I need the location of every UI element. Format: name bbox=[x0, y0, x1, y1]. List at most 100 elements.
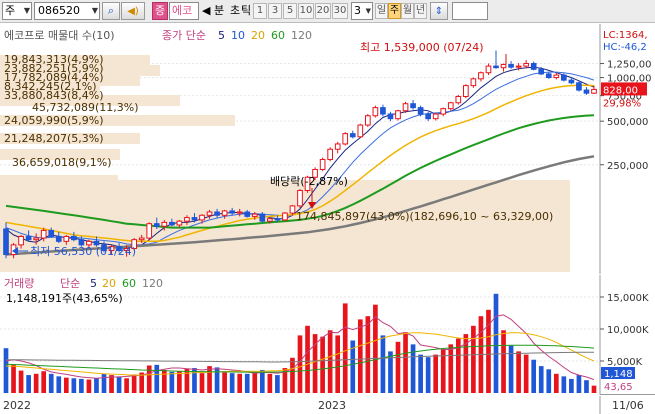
candle-up bbox=[282, 212, 288, 221]
count-value: 3 bbox=[354, 4, 361, 17]
volume-bar bbox=[395, 341, 401, 393]
candle-up bbox=[334, 143, 341, 150]
volume-bar bbox=[576, 375, 582, 393]
volume-bar bbox=[433, 354, 439, 393]
current-volume-text: 1,148,191주(43,65%) bbox=[6, 292, 123, 305]
candle-up bbox=[432, 113, 439, 120]
candle-up bbox=[199, 214, 205, 221]
price-chart[interactable]: 19,843,313(4,9%)23,882,251(5,9%)17,782,0… bbox=[0, 24, 655, 274]
period-month[interactable]: 월 bbox=[401, 3, 414, 19]
chart-type-tick[interactable]: 틱 bbox=[241, 2, 251, 20]
candle-down bbox=[387, 113, 394, 120]
chart-type-second[interactable]: 초 bbox=[230, 2, 240, 20]
low-annotation: 최저 56,530 (01/24) bbox=[30, 245, 136, 258]
volume-bar bbox=[101, 373, 107, 393]
volume-bar bbox=[244, 373, 250, 393]
candle-up bbox=[365, 115, 371, 126]
period-button-3[interactable]: 3 bbox=[268, 3, 282, 19]
candle-up bbox=[146, 223, 153, 239]
candle-up bbox=[319, 158, 326, 170]
minute-label: ◀ 분 bbox=[202, 4, 225, 17]
volume-bar bbox=[184, 368, 190, 393]
x-label-current: 11/06 bbox=[612, 399, 644, 412]
volume-profile-band bbox=[0, 180, 570, 272]
legend-ma10: 10 bbox=[231, 29, 245, 42]
volume-bar bbox=[94, 378, 99, 393]
extra-input[interactable] bbox=[452, 2, 488, 20]
volume-axis-label: 5,000K bbox=[607, 357, 643, 368]
chart-type-minute[interactable]: ◀ 분 bbox=[202, 2, 224, 20]
candle-down bbox=[55, 235, 62, 242]
volume-profile-label: 24,059,990(5,9%) bbox=[4, 114, 104, 127]
period-day[interactable]: 일 bbox=[375, 3, 388, 19]
candle-up bbox=[267, 218, 273, 222]
candle-up bbox=[372, 107, 379, 117]
candle-up bbox=[33, 237, 39, 241]
x-label-2023: 2023 bbox=[318, 399, 346, 412]
volume-bar bbox=[523, 354, 529, 393]
volume-bar bbox=[131, 374, 137, 393]
volume-bar bbox=[267, 373, 273, 393]
volume-profile-label: 174,845,897(43,0%)(182,696,10 ~ 63,329,0… bbox=[296, 210, 553, 223]
second-label: 초 bbox=[230, 4, 241, 17]
x-axis: 2022 2023 11/06 bbox=[0, 396, 655, 414]
x-label-2022: 2022 bbox=[3, 399, 31, 412]
count-select[interactable]: 3 ▼ bbox=[351, 2, 373, 20]
volume-bar bbox=[380, 335, 386, 393]
period-year[interactable]: 년 bbox=[414, 3, 427, 19]
candle-up bbox=[478, 72, 484, 80]
period-button-30[interactable]: 30 bbox=[332, 3, 348, 19]
volume-bar bbox=[561, 376, 567, 393]
volume-bar bbox=[79, 378, 84, 393]
candle-up bbox=[447, 102, 454, 110]
price-axis-label: 500,000 bbox=[607, 117, 648, 128]
code-input[interactable]: 086520 ▼ bbox=[34, 2, 100, 20]
candle-up bbox=[251, 213, 258, 217]
volume-profile-label: 36,659,018(9,1%) bbox=[12, 156, 112, 169]
candle-up bbox=[63, 235, 70, 242]
candle-up bbox=[470, 78, 477, 87]
candle-up bbox=[176, 220, 183, 226]
candle-down bbox=[508, 64, 514, 68]
volume-bar bbox=[305, 325, 310, 393]
volume-bar bbox=[169, 371, 175, 393]
volume-bar bbox=[116, 376, 122, 393]
legend-ma20: 20 bbox=[251, 29, 265, 42]
legend-ma120: 120 bbox=[291, 29, 312, 42]
stock-name-field[interactable]: 에코 bbox=[169, 2, 199, 20]
volume-bar bbox=[199, 373, 205, 393]
volume-bar bbox=[26, 375, 31, 393]
volume-bar bbox=[290, 357, 295, 393]
candle-up bbox=[161, 221, 168, 227]
candle-down bbox=[244, 211, 251, 217]
volume-chart[interactable]: 15,000K10,000K5,000K1,14843,65 거래량 단순 5 … bbox=[0, 275, 655, 395]
candle-down bbox=[349, 133, 356, 138]
volume-bar bbox=[569, 378, 574, 393]
candle-down bbox=[493, 65, 499, 69]
period-week[interactable]: 주 bbox=[388, 3, 401, 19]
scroll-button[interactable]: ⇕ bbox=[430, 2, 448, 20]
candle-down bbox=[583, 89, 590, 94]
search-button[interactable]: ⌕ bbox=[102, 2, 120, 20]
period-button-20[interactable]: 20 bbox=[315, 3, 331, 19]
period-button-5[interactable]: 5 bbox=[283, 3, 297, 19]
candle-up bbox=[402, 103, 409, 112]
current-volume-box-label: 1,148 bbox=[604, 369, 633, 380]
volume-bar bbox=[33, 373, 39, 393]
volume-bar bbox=[56, 376, 62, 393]
volume-bar bbox=[357, 319, 363, 393]
volume-profile-label: 21,248,207(5,3%) bbox=[4, 132, 104, 145]
candle-up bbox=[138, 237, 145, 241]
legend-ma5: 5 bbox=[218, 29, 225, 42]
period-button-1[interactable]: 1 bbox=[253, 3, 267, 19]
candle-down bbox=[3, 228, 9, 256]
volume-bar bbox=[71, 378, 77, 393]
hc-label: HC:-46,2 bbox=[603, 42, 647, 53]
market-select[interactable]: 주 ▼ bbox=[2, 2, 32, 20]
volume-bar bbox=[538, 366, 544, 393]
period-button-10[interactable]: 10 bbox=[298, 3, 314, 19]
candle-down bbox=[259, 213, 266, 222]
volume-bar bbox=[154, 364, 160, 393]
candle-down bbox=[153, 223, 160, 227]
sound-button[interactable]: ◀) bbox=[121, 2, 145, 20]
